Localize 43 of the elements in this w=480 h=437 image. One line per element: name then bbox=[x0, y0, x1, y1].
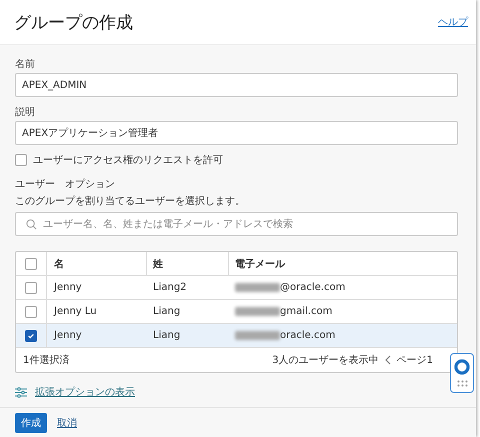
page-number: ページ1 bbox=[396, 354, 433, 367]
table-cell: gmail.com bbox=[280, 306, 332, 317]
text-field[interactable]: APEXアプリケーション管理者 bbox=[15, 121, 458, 145]
table-cell: @oracle.com bbox=[280, 282, 346, 293]
table-cell: Liang2 bbox=[153, 282, 187, 293]
field-label: 名前 bbox=[15, 58, 36, 71]
lifebuoy-icon bbox=[454, 359, 470, 375]
table-cell: Jenny bbox=[54, 282, 82, 293]
field-label: 説明 bbox=[15, 106, 36, 119]
help-widget[interactable] bbox=[450, 353, 474, 393]
section-description: このグループを割り当てるユーザーを選択します。 bbox=[15, 194, 246, 208]
checkbox[interactable] bbox=[15, 154, 27, 166]
column-header: 姓 bbox=[153, 258, 163, 270]
user-count: 3人のユーザーを表示中 bbox=[272, 354, 379, 367]
section-heading: ユーザー オプション bbox=[15, 178, 116, 191]
table-cell: Jenny Lu bbox=[54, 306, 97, 317]
sliders-icon bbox=[15, 386, 27, 398]
previous-page-icon[interactable] bbox=[384, 355, 391, 365]
select-all-checkbox[interactable] bbox=[25, 258, 37, 270]
redacted-block bbox=[235, 283, 280, 292]
text-field[interactable]: APEX_ADMIN bbox=[15, 73, 458, 97]
column-header: 名 bbox=[54, 258, 64, 270]
table-cell: Liang bbox=[153, 306, 180, 317]
help-link[interactable]: ヘルプ bbox=[438, 15, 468, 29]
column-header: 電子メール bbox=[235, 258, 285, 270]
redacted-block bbox=[235, 307, 280, 316]
table-cell: Liang bbox=[153, 330, 180, 341]
redacted-block bbox=[235, 331, 280, 340]
row-checkbox[interactable] bbox=[25, 306, 37, 318]
check-icon bbox=[27, 332, 35, 340]
dots-icon bbox=[456, 380, 468, 387]
table-cell: Jenny bbox=[54, 330, 82, 341]
selection-count: 1件選択済 bbox=[23, 354, 70, 367]
advanced-options-link[interactable]: 拡張オプションの表示 bbox=[35, 385, 135, 399]
checkbox-label: ユーザーにアクセス権のリクエストを許可 bbox=[33, 154, 223, 167]
cancel-link[interactable]: 取消 bbox=[57, 416, 77, 430]
search-field[interactable]: ユーザー名、名、姓または電子メール・アドレスで検索 bbox=[15, 212, 458, 236]
row-checkbox[interactable] bbox=[25, 330, 37, 342]
search-icon bbox=[26, 218, 37, 230]
create-button[interactable]: 作成 bbox=[15, 412, 47, 432]
dialog-title: グループの作成 bbox=[14, 12, 133, 34]
table-cell: oracle.com bbox=[280, 330, 336, 341]
row-checkbox[interactable] bbox=[25, 282, 37, 294]
